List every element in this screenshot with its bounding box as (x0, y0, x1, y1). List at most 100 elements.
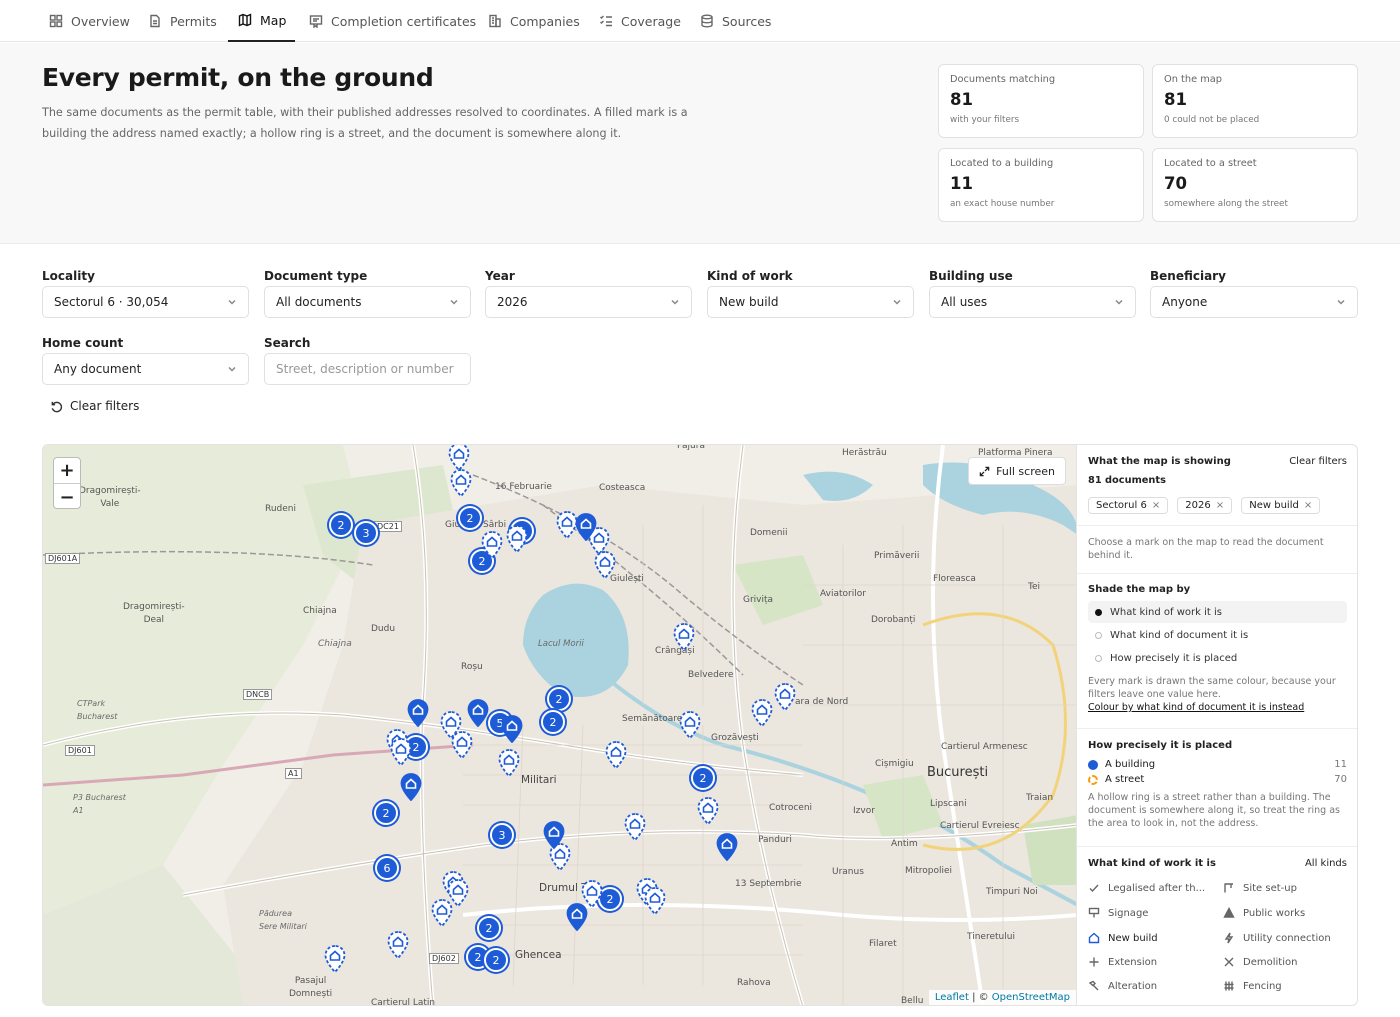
street-pin[interactable] (481, 531, 503, 560)
building-pin[interactable] (543, 821, 565, 850)
map-label-pajura: Pajura (677, 444, 705, 451)
tab-coverage[interactable]: Coverage (599, 0, 681, 42)
kind-select[interactable]: New build (707, 286, 914, 318)
cluster-marker[interactable]: 2 (477, 916, 501, 940)
cluster-marker[interactable]: 2 (458, 506, 482, 530)
kind-public-works[interactable]: Public works (1223, 907, 1305, 919)
kind-utility-connection[interactable]: Utility connection (1223, 932, 1331, 944)
tab-sources[interactable]: Sources (700, 0, 771, 42)
osm-link[interactable]: OpenStreetMap (992, 992, 1070, 1003)
street-pin[interactable] (390, 738, 412, 767)
street-pin[interactable] (324, 945, 346, 974)
street-pin[interactable] (605, 741, 627, 770)
building-pin[interactable] (407, 699, 429, 728)
page-description: The same documents as the permit table, … (42, 106, 688, 140)
use-select[interactable]: All uses (929, 286, 1136, 318)
building-pin[interactable] (467, 699, 489, 728)
cluster-marker[interactable]: 2 (691, 766, 715, 790)
map-label-dragomiresti-vale: Dragomirești- Vale (79, 486, 141, 509)
beneficiary-select[interactable]: Anyone (1150, 286, 1358, 318)
street-pin[interactable] (679, 711, 701, 740)
zoom-in-button[interactable]: + (54, 458, 80, 484)
cluster-marker[interactable]: 2 (541, 710, 565, 734)
kind-legalised[interactable]: Legalised after th... (1088, 882, 1205, 894)
precision-label: A building (1105, 759, 1156, 770)
panel-clear-filters-button[interactable]: Clear filters (1289, 456, 1347, 467)
street-pin[interactable] (774, 683, 796, 712)
tab-completion-certificates[interactable]: Completion certificates (309, 0, 476, 42)
street-pin[interactable] (673, 623, 695, 652)
shade-switch-link[interactable]: Colour by what kind of document it is in… (1088, 701, 1347, 714)
locality-select[interactable]: Sectorul 6 · 30,054 (42, 286, 249, 318)
doctype-select[interactable]: All documents (264, 286, 471, 318)
street-pin[interactable] (431, 899, 453, 928)
tab-companies[interactable]: Companies (488, 0, 580, 42)
homecount-select[interactable]: Any document (42, 353, 249, 385)
kind-demolition[interactable]: Demolition (1223, 956, 1297, 968)
street-pin[interactable] (751, 699, 773, 728)
building-pin[interactable] (716, 833, 738, 862)
cluster-marker[interactable]: 2 (374, 801, 398, 825)
shade-option-kind-of-document[interactable]: What kind of document it is (1088, 624, 1347, 646)
street-pin[interactable] (594, 551, 616, 580)
zoom-out-button[interactable]: − (54, 484, 80, 510)
kinds-all-button[interactable]: All kinds (1305, 858, 1347, 869)
chip-kind[interactable]: New build × (1241, 497, 1321, 514)
cluster-marker[interactable]: 2 (547, 687, 571, 711)
chip-year[interactable]: 2026 × (1177, 497, 1233, 514)
building-pin[interactable] (575, 513, 597, 542)
chip-close-icon[interactable]: × (1304, 500, 1312, 511)
kind-fencing[interactable]: Fencing (1223, 980, 1282, 992)
tab-label: Overview (71, 13, 130, 29)
map-label-bellu: Bellu (901, 996, 924, 1006)
tab-map[interactable]: Map (228, 0, 295, 42)
cluster-marker[interactable]: 6 (375, 856, 399, 880)
building-pin[interactable] (501, 715, 523, 744)
cluster-marker[interactable]: 3 (354, 521, 378, 545)
stat-value: 11 (950, 174, 973, 193)
map-label-tineretului: Tineretului (967, 932, 1015, 942)
stat-located-building: Located to a building 11 an exact house … (938, 148, 1144, 222)
street-pin[interactable] (451, 731, 473, 760)
map-label-padurea: Pădurea Sere Militari (259, 909, 307, 931)
street-pin[interactable] (387, 931, 409, 960)
map-label-panduri: Panduri (758, 835, 792, 845)
street-pin[interactable] (506, 525, 528, 554)
chip-close-icon[interactable]: × (1216, 500, 1224, 511)
tab-overview[interactable]: Overview (49, 0, 130, 42)
search-input[interactable]: Street, description or number (264, 353, 471, 385)
street-pin[interactable] (448, 445, 470, 472)
map-label-p3: P3 Bucharest A1 (73, 793, 126, 815)
map-label-rosu: Roșu (461, 662, 483, 672)
building-pin[interactable] (566, 903, 588, 932)
tab-permits[interactable]: Permits (148, 0, 217, 42)
search-label: Search (264, 336, 311, 350)
chip-locality[interactable]: Sectorul 6 × (1088, 497, 1169, 514)
year-select[interactable]: 2026 (485, 286, 692, 318)
kind-new-build[interactable]: New build (1088, 932, 1158, 944)
chip-close-icon[interactable]: × (1152, 500, 1160, 511)
street-pin[interactable] (498, 749, 520, 778)
shade-option-kind-of-work[interactable]: What kind of work it is (1088, 601, 1347, 623)
street-pin[interactable] (697, 797, 719, 826)
cluster-marker[interactable]: 3 (490, 823, 514, 847)
shade-option-precision[interactable]: How precisely it is placed (1088, 647, 1347, 669)
fullscreen-button[interactable]: Full screen (968, 457, 1066, 485)
check-icon (1089, 884, 1099, 893)
kind-signage[interactable]: Signage (1088, 907, 1148, 919)
clear-filters-button[interactable]: Clear filters (50, 399, 139, 413)
map[interactable]: Dragomirești- Vale Rudeni Dragomirești- De… (42, 444, 1077, 1006)
street-pin[interactable] (450, 469, 472, 498)
leaflet-link[interactable]: Leaflet (935, 992, 969, 1003)
kind-extension[interactable]: Extension (1088, 956, 1157, 968)
cluster-marker[interactable]: 2 (329, 513, 353, 537)
building-pin[interactable] (400, 773, 422, 802)
street-pin[interactable] (624, 813, 646, 842)
cluster-marker[interactable]: 2 (484, 948, 508, 972)
map-legend-panel: What the map is showing Clear filters 81… (1077, 444, 1358, 1006)
doctype-label: Document type (264, 269, 368, 283)
street-pin[interactable] (644, 887, 666, 916)
map-label-costeasca: Costeasca (599, 483, 646, 493)
kind-alteration[interactable]: Alteration (1088, 980, 1157, 992)
kind-site-set-up[interactable]: Site set-up (1223, 882, 1297, 894)
